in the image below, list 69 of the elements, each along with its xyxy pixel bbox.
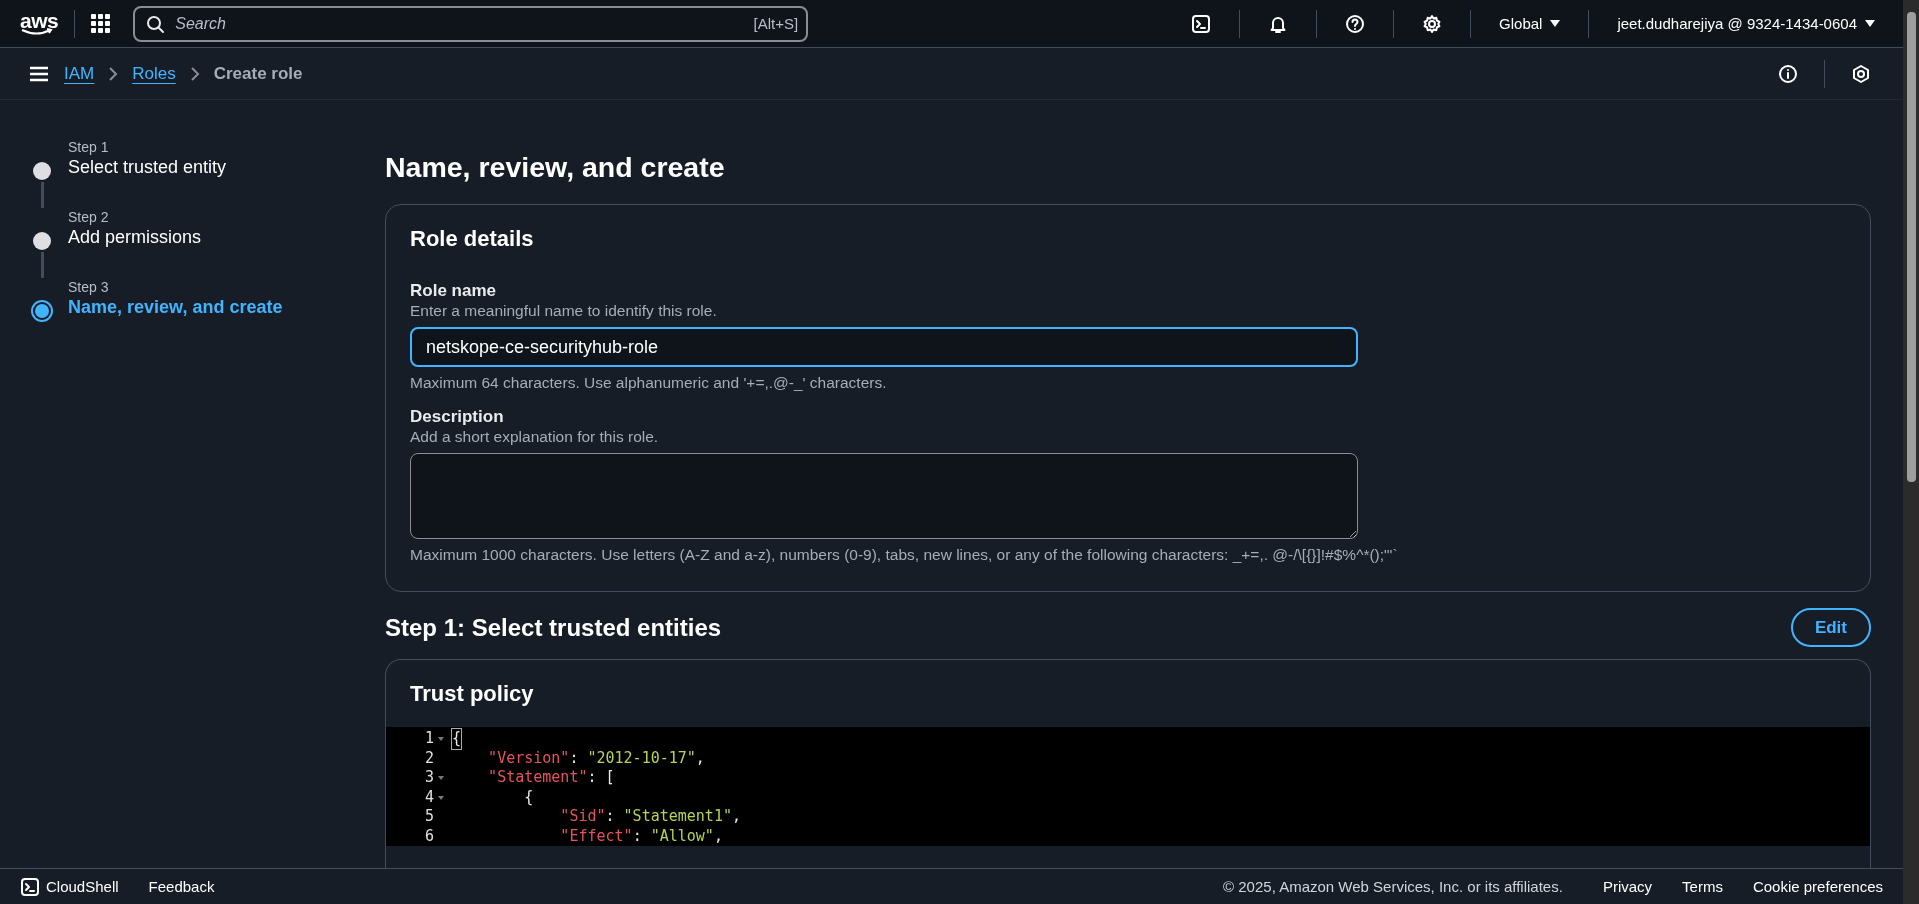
footer-link[interactable]: Cookie preferences bbox=[1752, 878, 1883, 895]
code-editor[interactable]: 1 { 2 "Version": "2012-10-17", 3 "Statement": [ 4 { 5 "Sid": "Statement1", 6 "Effect": "Allow", bbox=[386, 727, 1870, 846]
edit-button[interactable]: Edit bbox=[1790, 608, 1871, 647]
field-description: Enter a meaningful name to identify this role. bbox=[410, 301, 718, 321]
step-link[interactable]: Select trusted entity bbox=[68, 156, 227, 178]
grid-icon[interactable] bbox=[91, 13, 112, 34]
field-label: Description bbox=[410, 407, 505, 427]
caret-icon bbox=[1550, 20, 1561, 27]
field-constraint: Maximum 64 characters. Use alphanumeric and '+=,.@-_' characters. bbox=[410, 373, 888, 393]
feedback-link[interactable]: Feedback bbox=[148, 878, 215, 895]
copyright: © 2025, Amazon Web Services, Inc. or its affiliates. bbox=[1223, 878, 1563, 895]
json-punctuation: { bbox=[452, 729, 462, 749]
json-punctuation: : bbox=[632, 826, 643, 846]
fold-icon[interactable] bbox=[438, 776, 444, 780]
json-punctuation: , bbox=[713, 826, 723, 846]
json-punctuation: , bbox=[695, 748, 705, 768]
page-title: Name, review, and create bbox=[385, 150, 726, 184]
breadcrumb-link[interactable]: Roles bbox=[132, 63, 176, 84]
terminal-icon bbox=[20, 876, 40, 897]
step-link[interactable]: Add permissions bbox=[68, 226, 202, 248]
footer-link[interactable]: Privacy bbox=[1602, 878, 1653, 895]
fold-icon[interactable] bbox=[438, 795, 444, 800]
field-label: Role name bbox=[410, 281, 497, 301]
menu-icon[interactable] bbox=[28, 64, 50, 83]
card-title: Trust policy bbox=[410, 680, 535, 708]
caret-icon bbox=[1865, 20, 1875, 27]
line-number: 6 bbox=[423, 826, 435, 846]
scrollbar[interactable] bbox=[1903, 0, 1919, 904]
line-number: 4 bbox=[386, 787, 442, 807]
line-number: 3 bbox=[386, 768, 442, 788]
chevron-icon bbox=[108, 66, 119, 81]
cloudshell-link[interactable]: CloudShell bbox=[20, 876, 119, 897]
step-label: Step 1 bbox=[68, 138, 110, 156]
search-icon bbox=[145, 13, 166, 34]
role-name-field[interactable]: netskope-ce-securityhub-role bbox=[410, 327, 1358, 367]
breadcrumb-current-page: Create role bbox=[213, 63, 303, 84]
chevron-icon bbox=[189, 66, 200, 81]
json-string: "Statement1" bbox=[623, 807, 732, 827]
field-constraint: Maximum 1000 characters. Use letters (A-Z and a-z), numbers (0-9), tabs, new lines, or any of the following characters: _+=,. @-/\[{}]!#$%^*();"'` bbox=[410, 545, 1399, 565]
json-punctuation: : bbox=[569, 748, 580, 768]
step-label: Step 2 bbox=[68, 208, 110, 226]
region-menu[interactable]: Global bbox=[1487, 15, 1573, 32]
json-punctuation: , bbox=[731, 807, 741, 827]
shortcut-hint: [Alt+S] bbox=[753, 15, 799, 32]
card-title: Role details bbox=[410, 225, 535, 253]
fold-icon[interactable] bbox=[438, 737, 444, 741]
json-string: "Allow" bbox=[650, 826, 714, 846]
line-number: 5 bbox=[423, 807, 435, 827]
json-key: "Version" bbox=[452, 748, 570, 768]
search-bar[interactable]: Search [Alt+S] bbox=[133, 5, 809, 42]
aws-logo[interactable]: aws bbox=[20, 11, 59, 36]
section-title: Step 1: Select trusted entities bbox=[385, 613, 722, 642]
step-label: Step 3 bbox=[68, 278, 110, 296]
line-number: 1 bbox=[386, 729, 442, 749]
json-punctuation: { bbox=[523, 787, 534, 807]
description-field[interactable] bbox=[410, 453, 1358, 539]
json-string: "2012-10-17" bbox=[587, 748, 696, 768]
footer-link[interactable]: Terms bbox=[1682, 878, 1723, 895]
json-punctuation: : [ bbox=[587, 768, 615, 788]
breadcrumb-link[interactable]: IAM bbox=[64, 63, 95, 84]
field-description: Add a short explanation for this role. bbox=[410, 427, 660, 447]
json-key: "Effect" bbox=[452, 826, 633, 846]
account-menu[interactable]: jeet.dudharejiya @ 9324-1434-0604 bbox=[1605, 15, 1887, 32]
json-key: "Sid" bbox=[452, 807, 606, 827]
step-link[interactable]: Name, review, and create bbox=[68, 296, 283, 318]
json-key: "Statement" bbox=[452, 768, 588, 788]
json-punctuation: : bbox=[605, 807, 616, 827]
line-number: 2 bbox=[423, 748, 435, 768]
search-field[interactable]: Search bbox=[173, 13, 746, 34]
